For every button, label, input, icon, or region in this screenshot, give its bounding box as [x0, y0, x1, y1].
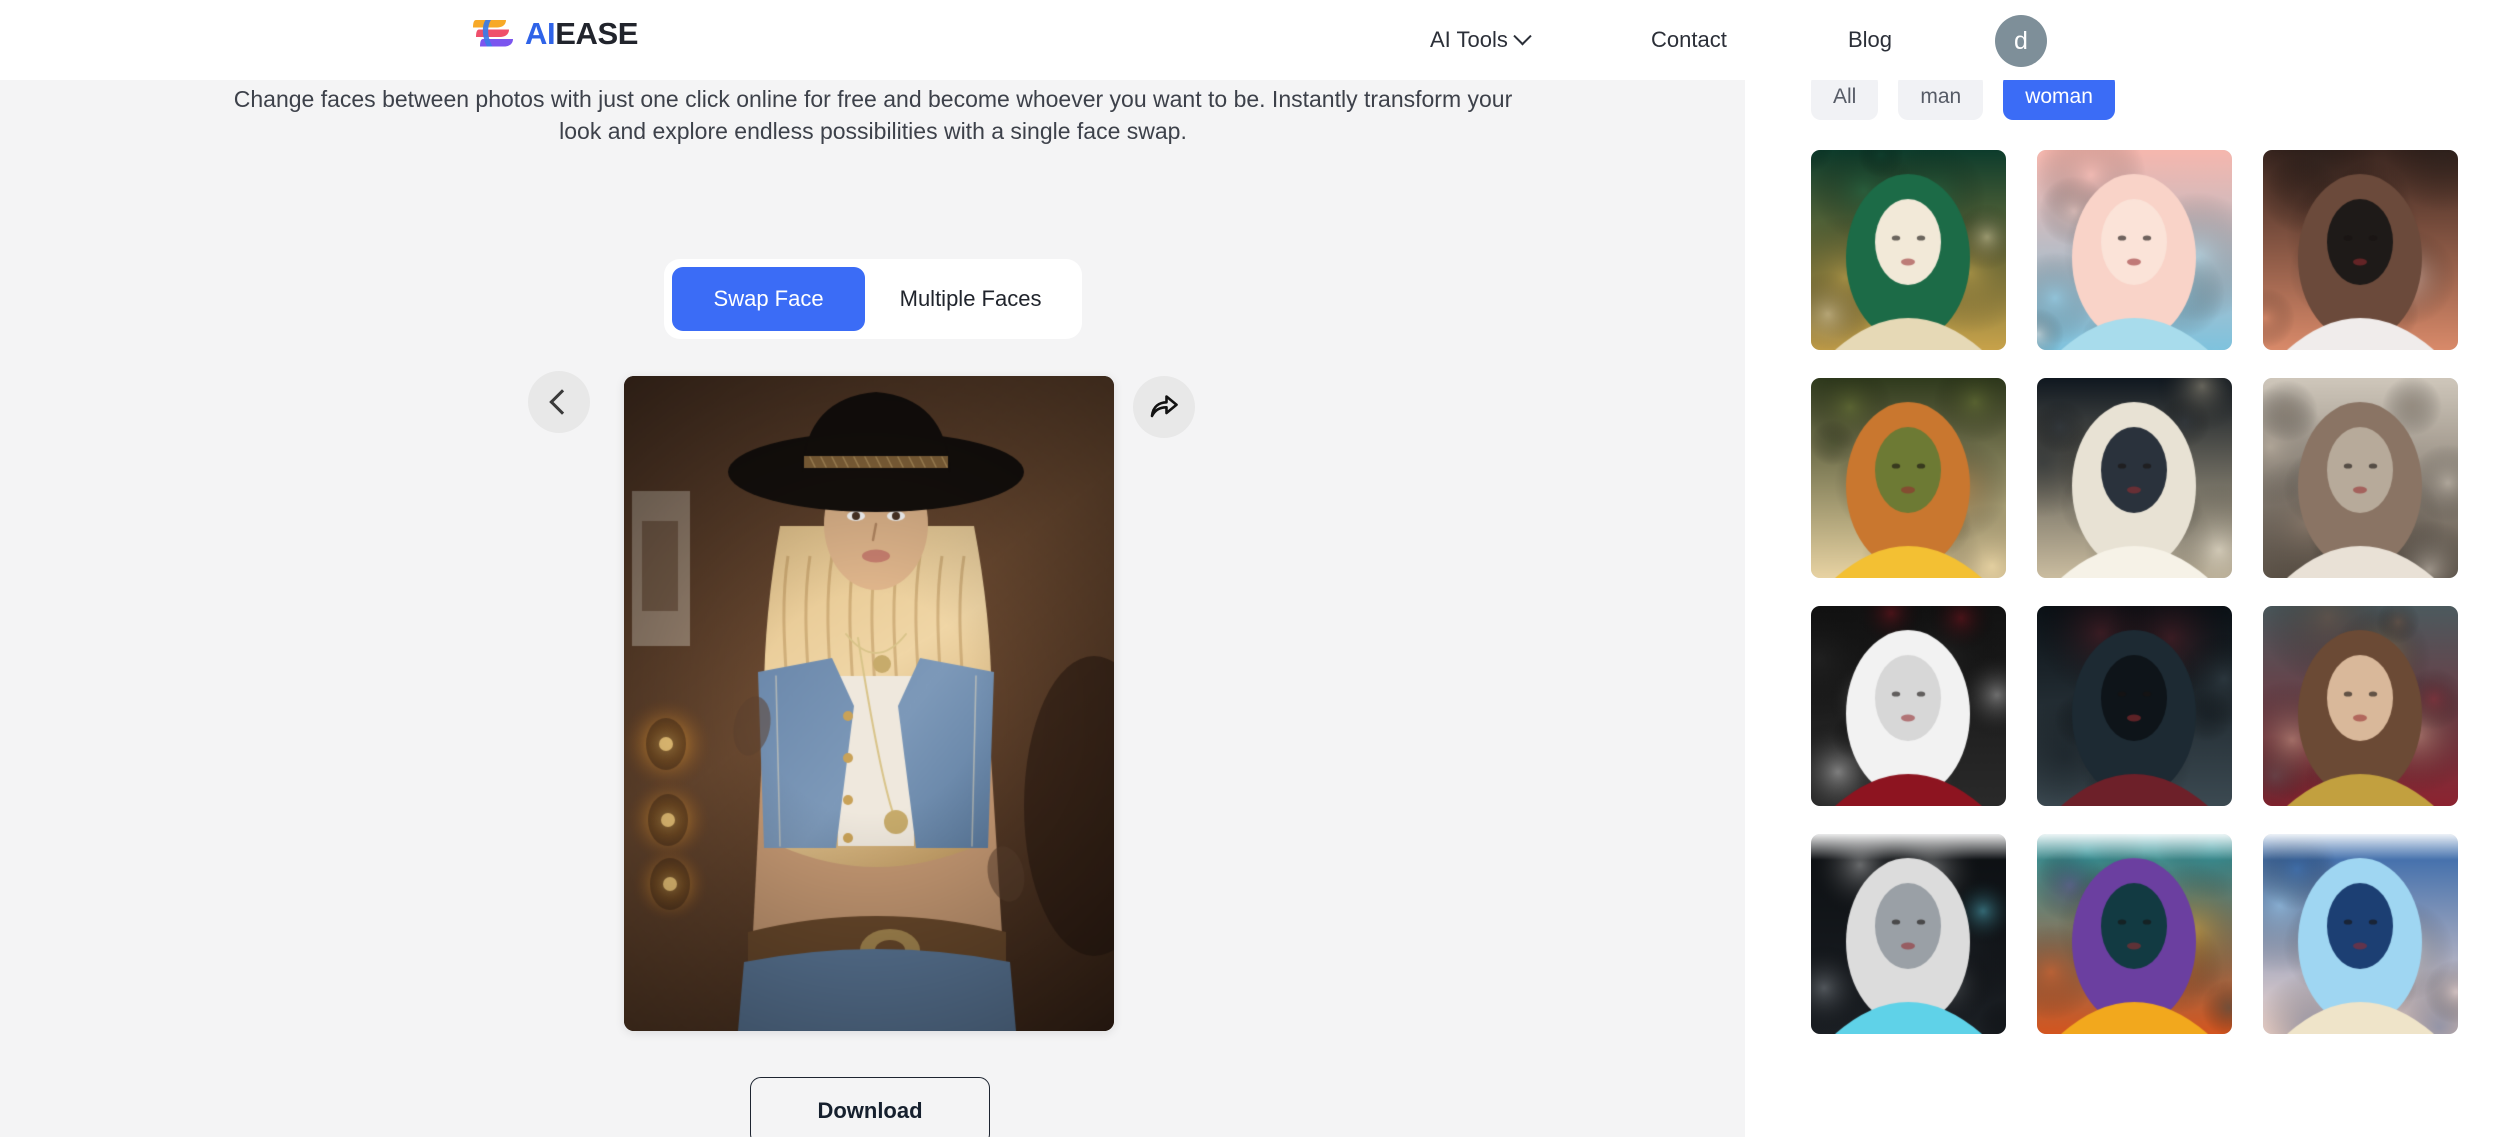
gallery-thumbnail[interactable] — [1811, 606, 2006, 806]
nav-label-blog: Blog — [1848, 27, 1893, 52]
victorian-green-dress-woman — [1811, 150, 2006, 350]
gallery-filters: All man woman — [1811, 80, 2115, 120]
tab-swap-face[interactable]: Swap Face — [672, 267, 866, 331]
nav-label-contact: Contact — [1651, 27, 1727, 52]
dark-witch-staff-woman — [1811, 834, 2006, 1034]
filter-pill-woman[interactable]: woman — [2003, 80, 2115, 120]
avatar[interactable]: d — [1995, 15, 2047, 67]
flower-crown-blonde-woman — [2037, 378, 2232, 578]
gallery-thumbnail[interactable] — [2263, 606, 2458, 806]
nav-item-contact[interactable]: Contact — [1651, 27, 1727, 53]
filter-label-woman: woman — [2025, 84, 2093, 108]
gallery-thumbnail[interactable] — [2263, 834, 2458, 1034]
workspace-panel: Change faces between photos with just on… — [0, 80, 1745, 1137]
filter-pill-all[interactable]: All — [1811, 80, 1879, 120]
dark-vampire-woman — [2037, 606, 2232, 806]
gothic-black-white-hair-woman — [1811, 606, 2006, 806]
site-header: AIEASE AI Tools Contact Blog d — [0, 0, 2515, 80]
ice-princess-tiara-woman — [2263, 834, 2458, 1034]
brunette-white-shirt-woman — [2263, 150, 2458, 350]
page-subtitle: Change faces between photos with just on… — [233, 86, 1513, 144]
chevron-down-icon — [1513, 26, 1532, 45]
logo-text: AIEASE — [525, 18, 638, 49]
aiease-wing-logo-icon — [473, 20, 513, 47]
gallery-thumbnail[interactable] — [1811, 150, 2006, 350]
share-arrow-icon — [1150, 395, 1178, 418]
gallery-thumbnail[interactable] — [1811, 378, 2006, 578]
gallery-thumbnail[interactable] — [2037, 606, 2232, 806]
tab-swap-face-label: Swap Face — [713, 286, 824, 311]
preview-stage — [624, 376, 1114, 1031]
download-button[interactable]: Download — [750, 1077, 990, 1137]
logo-text-ai: AI — [525, 15, 556, 51]
filter-label-man: man — [1920, 84, 1962, 108]
gallery-thumbnail[interactable] — [2263, 378, 2458, 578]
street-portrait-woman — [2263, 378, 2458, 578]
mode-tabs: Swap Face Multiple Faces — [664, 259, 1082, 339]
result-image-card[interactable] — [624, 376, 1114, 1031]
nav-item-blog[interactable]: Blog — [1848, 27, 1892, 53]
previous-result-button[interactable] — [528, 371, 590, 433]
filter-label-all: All — [1833, 84, 1857, 108]
logo-text-ease: EASE — [555, 15, 639, 51]
straw-hat-sunflower-woman — [1811, 378, 2006, 578]
gallery-thumbnail[interactable] — [2263, 150, 2458, 350]
gallery-thumbnail[interactable] — [2037, 378, 2232, 578]
chevron-left-icon — [549, 389, 575, 415]
nav-label-ai-tools: AI Tools — [1430, 27, 1508, 52]
cartoon-purple-witch — [2037, 834, 2232, 1034]
style-thumbnail-grid — [1811, 150, 2459, 1034]
gallery-thumbnail[interactable] — [2037, 834, 2232, 1034]
result-image — [624, 376, 1114, 1031]
gallery-thumbnail[interactable] — [1811, 834, 2006, 1034]
filter-pill-man[interactable]: man — [1898, 80, 1984, 120]
tab-multiple-faces-label: Multiple Faces — [899, 286, 1042, 311]
logo[interactable]: AIEASE — [472, 16, 638, 50]
pink-hair-fantasy-woman — [2037, 150, 2232, 350]
gallery-thumbnail[interactable] — [2037, 150, 2232, 350]
avatar-initial: d — [2014, 26, 2028, 55]
nav-item-ai-tools[interactable]: AI Tools — [1430, 26, 1532, 53]
tab-multiple-faces[interactable]: Multiple Faces — [867, 267, 1074, 331]
wonder-woman-heroine — [2263, 606, 2458, 806]
style-gallery-panel: All man woman — [1745, 80, 2515, 1137]
share-button[interactable] — [1133, 376, 1195, 438]
